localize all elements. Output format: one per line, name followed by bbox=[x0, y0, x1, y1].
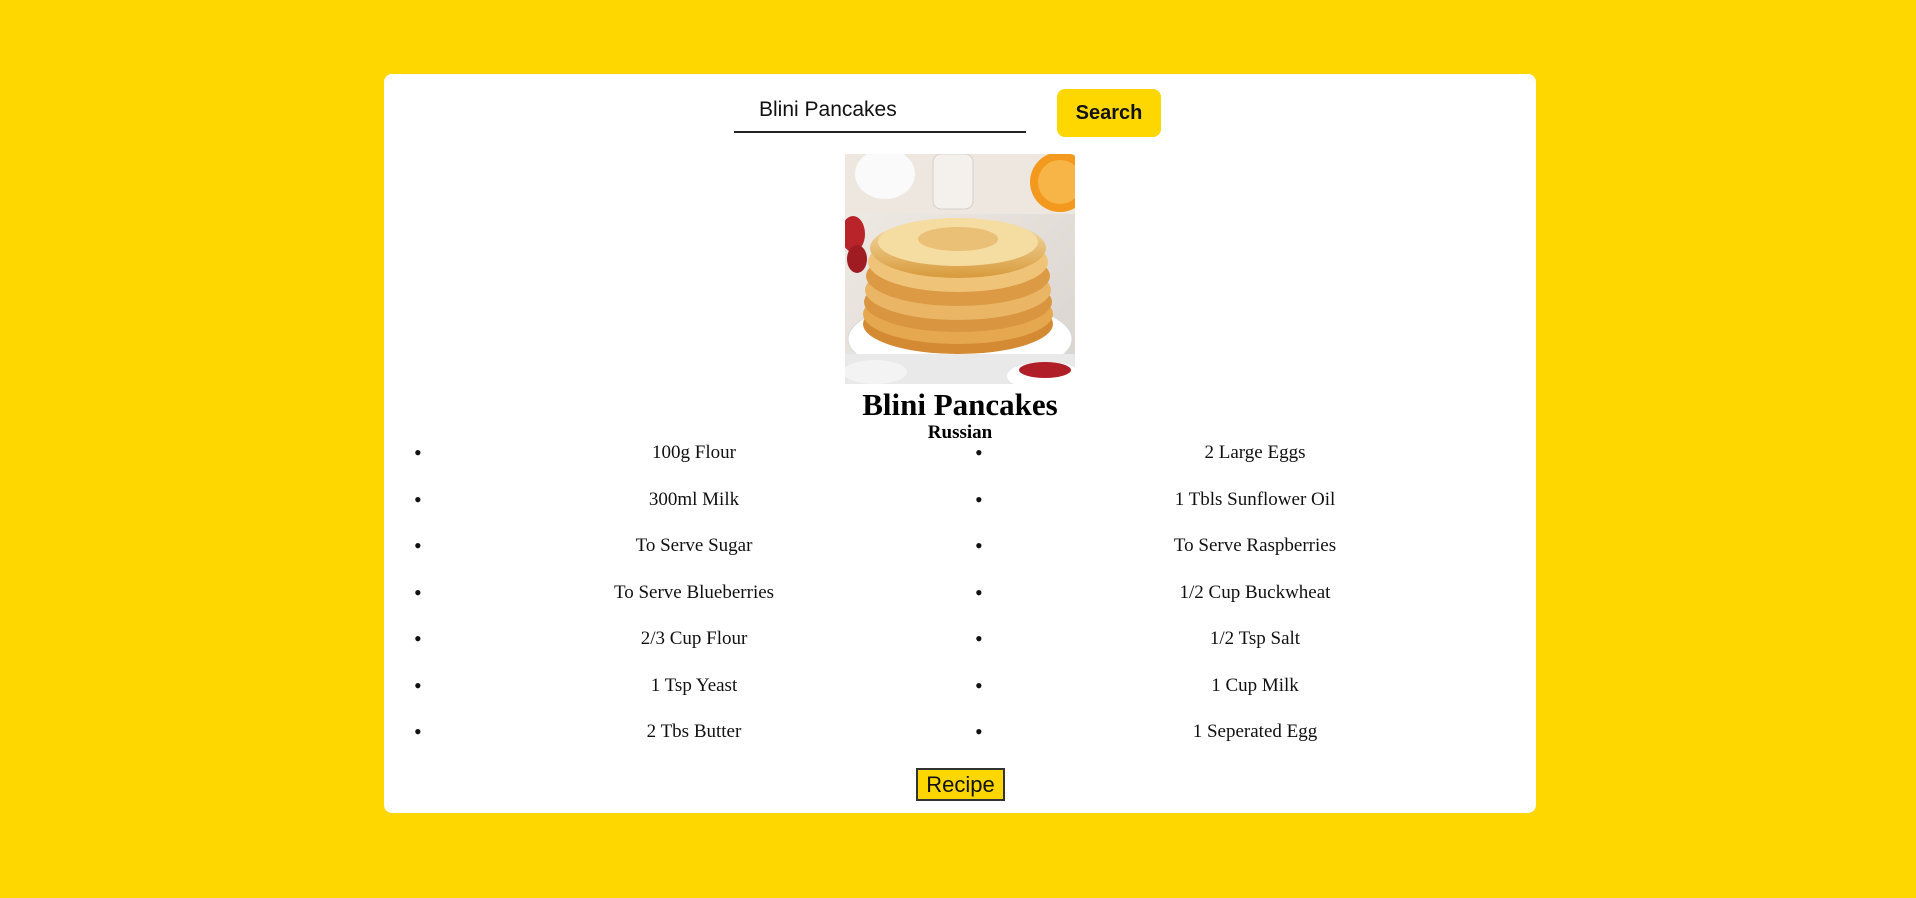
ingredient-label: To Serve Blueberries bbox=[613, 581, 775, 603]
meal-title: Blini Pancakes bbox=[862, 387, 1058, 422]
bullet-icon: • bbox=[414, 440, 422, 465]
bullet-icon: • bbox=[975, 486, 983, 512]
bullet-icon: • bbox=[414, 486, 422, 512]
ingredient-label: 1 Tbls Sunflower Oil bbox=[1174, 488, 1336, 510]
bullet-icon: • bbox=[975, 626, 983, 651]
bullet-icon: • bbox=[414, 672, 422, 698]
ingredient-label: 1/2 Cup Buckwheat bbox=[1179, 581, 1331, 603]
bullet-icon: • bbox=[975, 579, 983, 605]
list-item: • 1 Cup Milk bbox=[975, 673, 1505, 720]
meal-card: Search bbox=[384, 74, 1536, 813]
search-button[interactable]: Search bbox=[1057, 89, 1161, 137]
list-item: • 2/3 Cup Flour bbox=[414, 626, 944, 673]
search-input[interactable] bbox=[734, 89, 1026, 133]
pancakes-photo-icon bbox=[845, 154, 1075, 384]
recipe-button[interactable]: Recipe bbox=[916, 768, 1005, 801]
ingredient-label: To Serve Sugar bbox=[635, 535, 753, 556]
bullet-icon: • bbox=[975, 440, 983, 465]
ingredient-label: 300ml Milk bbox=[648, 488, 740, 510]
search-bar: Search bbox=[384, 89, 1536, 137]
bullet-icon: • bbox=[975, 719, 983, 744]
ingredient-label: 1/2 Tsp Salt bbox=[1209, 628, 1301, 649]
ingredient-label: 2/3 Cup Flour bbox=[640, 628, 748, 649]
ingredient-label: 1 Cup Milk bbox=[1211, 674, 1299, 696]
list-item: • 1/2 Tsp Salt bbox=[975, 626, 1505, 673]
bullet-icon: • bbox=[975, 672, 983, 698]
ingredient-label: 2 Tbs Butter bbox=[646, 721, 742, 742]
bullet-icon: • bbox=[414, 579, 422, 605]
ingredient-label: 1 Seperated Egg bbox=[1192, 721, 1318, 742]
list-item: • 1 Tsp Yeast bbox=[414, 673, 944, 720]
meal-image bbox=[845, 154, 1075, 384]
ingredient-label: 100g Flour bbox=[652, 442, 736, 463]
list-item: • To Serve Raspberries bbox=[975, 533, 1505, 580]
ingredient-label: 2 Large Eggs bbox=[1204, 442, 1306, 463]
list-item: • To Serve Sugar bbox=[414, 533, 944, 580]
ingredient-label: 1 Tsp Yeast bbox=[650, 674, 738, 696]
bullet-icon: • bbox=[414, 719, 422, 744]
list-item: • 1 Tbls Sunflower Oil bbox=[975, 487, 1505, 534]
ingredient-label: To Serve Raspberries bbox=[1173, 535, 1337, 556]
ingredients-left-column: • 100g Flour • 300ml Milk • To Serve Sugar … bbox=[414, 440, 944, 766]
list-item: • 1 Seperated Egg bbox=[975, 719, 1505, 766]
list-item: • 100g Flour bbox=[414, 440, 944, 487]
bullet-icon: • bbox=[414, 533, 422, 558]
list-item: • 2 Tbs Butter bbox=[414, 719, 944, 766]
list-item: • 2 Large Eggs bbox=[975, 440, 1505, 487]
list-item: • To Serve Blueberries bbox=[414, 580, 944, 627]
list-item: • 1/2 Cup Buckwheat bbox=[975, 580, 1505, 627]
ingredients-right-column: • 2 Large Eggs • 1 Tbls Sunflower Oil • To … bbox=[975, 440, 1505, 766]
list-item: • 300ml Milk bbox=[414, 487, 944, 534]
bullet-icon: • bbox=[414, 626, 422, 651]
bullet-icon: • bbox=[975, 533, 983, 558]
